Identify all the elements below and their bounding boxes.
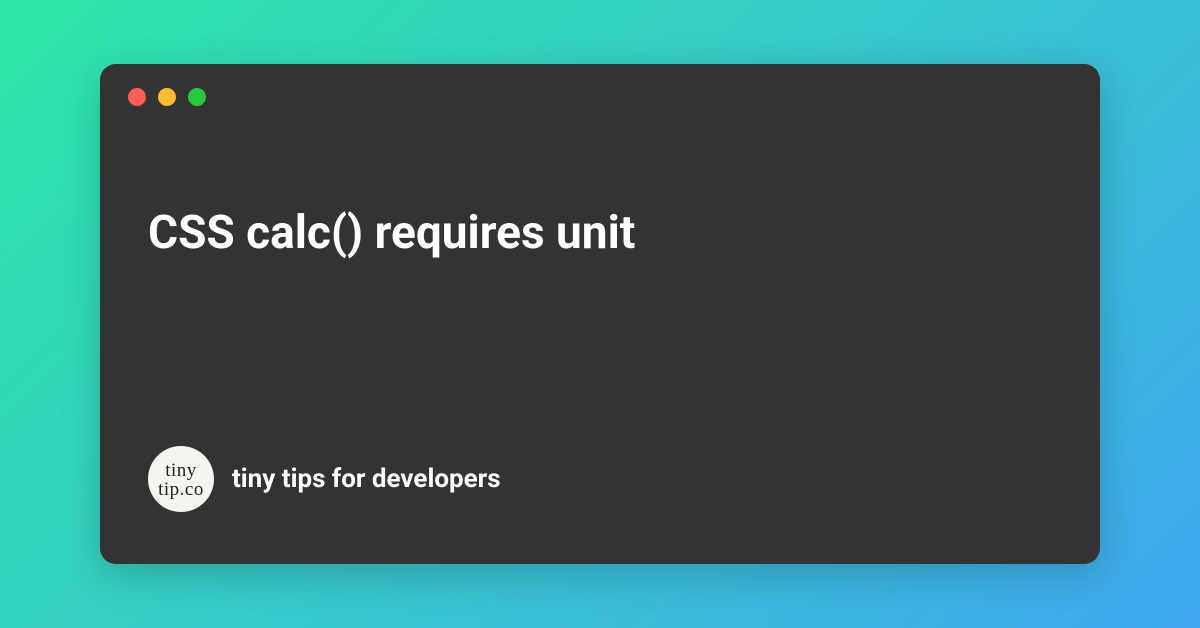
tagline: tiny tips for developers — [232, 464, 501, 494]
traffic-lights — [128, 88, 1052, 106]
minimize-icon — [158, 88, 176, 106]
footer: tiny tip.co tiny tips for developers — [148, 446, 1052, 528]
window-card: CSS calc() requires unit tiny tip.co tin… — [100, 64, 1100, 564]
window-content: CSS calc() requires unit tiny tip.co tin… — [148, 126, 1052, 528]
page-title: CSS calc() requires unit — [148, 206, 1052, 261]
close-icon — [128, 88, 146, 106]
logo-line-2: tip.co — [158, 480, 204, 499]
site-logo: tiny tip.co — [148, 446, 214, 512]
logo-line-1: tiny — [165, 461, 197, 480]
maximize-icon — [188, 88, 206, 106]
